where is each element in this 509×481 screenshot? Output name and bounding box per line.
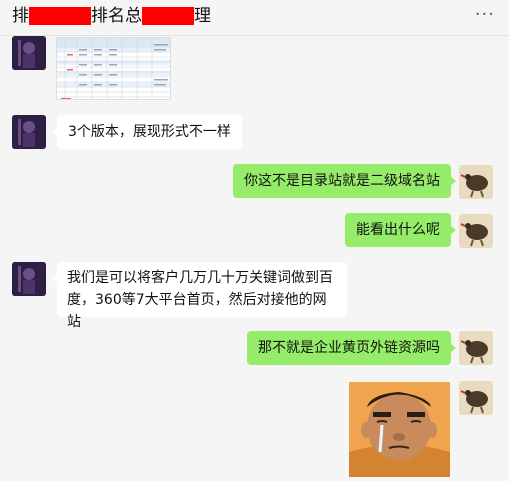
message-line: 我们是可以将客户几万几十万关键词做到百 bbox=[67, 270, 333, 286]
avatar[interactable] bbox=[12, 115, 46, 149]
avatar[interactable] bbox=[12, 36, 46, 70]
avatar[interactable] bbox=[459, 165, 493, 199]
chat-header: 排 排名总 理 ··· bbox=[0, 0, 509, 36]
message-bubble-received[interactable]: 3个版本，展现形式不一样 bbox=[52, 115, 242, 149]
crying-man-sticker[interactable] bbox=[349, 382, 450, 477]
redaction-block bbox=[142, 7, 194, 25]
avatar[interactable] bbox=[12, 262, 46, 296]
more-dots-icon[interactable]: ··· bbox=[475, 6, 495, 24]
avatar[interactable] bbox=[459, 331, 493, 365]
spreadsheet-thumbnail[interactable] bbox=[56, 37, 171, 100]
chat-title[interactable]: 排 排名总 理 bbox=[12, 5, 211, 27]
chat-title-part2: 排名总 bbox=[91, 6, 142, 26]
message-bubble-sent[interactable]: 能看出什么呢 bbox=[345, 213, 456, 247]
chat-title-part3: 理 bbox=[194, 6, 211, 26]
avatar[interactable] bbox=[459, 381, 493, 415]
chat-title-part1: 排 bbox=[12, 6, 29, 26]
message-bubble-sent[interactable]: 那不就是企业黄页外链资源吗 bbox=[247, 331, 456, 365]
avatar[interactable] bbox=[459, 214, 493, 248]
message-bubble-received[interactable]: 我们是可以将客户几万几十万关键词做到百 度，360等7大平台首页，然后对接他的网… bbox=[52, 262, 347, 330]
message-line: 度，360等7大平台首页，然后对接他的网站 bbox=[67, 292, 327, 330]
redaction-block bbox=[29, 7, 91, 25]
message-bubble-sent[interactable]: 你这不是目录站就是二级域名站 bbox=[233, 164, 456, 198]
